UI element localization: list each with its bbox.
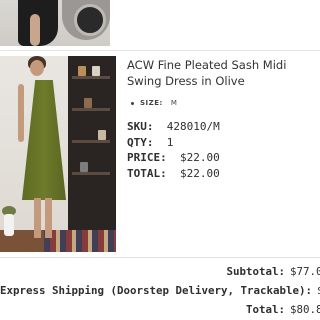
grand-total-value: $80.8 xyxy=(290,303,320,316)
photo-shape xyxy=(22,80,66,200)
photo-shape xyxy=(72,108,110,111)
photo-shape xyxy=(80,162,88,172)
photo-shape xyxy=(34,198,52,238)
grand-total-label: Total: xyxy=(245,303,285,316)
summary-divider xyxy=(0,257,320,258)
size-label: SIZE: xyxy=(140,99,163,107)
qty-value: 1 xyxy=(166,135,174,149)
item-divider xyxy=(0,50,320,51)
item-total-label: TOTAL: xyxy=(127,166,167,180)
photo-shape xyxy=(72,76,110,79)
price-row: PRICE: $22.00 xyxy=(127,150,220,166)
photo-shape xyxy=(30,60,44,76)
price-value: $22.00 xyxy=(180,151,220,164)
photo-shape xyxy=(30,14,40,46)
shipping-label: Express Shipping (Doorstep Delivery, Tra… xyxy=(0,284,313,297)
previous-item-photo[interactable] xyxy=(0,0,110,46)
subtotal-label: Subtotal: xyxy=(226,265,285,278)
order-summary-page: ACW Fine Pleated Sash Midi Swing Dress i… xyxy=(0,0,320,320)
sku-row: SKU: 428010/M xyxy=(127,119,220,135)
photo-shape xyxy=(74,4,106,36)
product-photo[interactable] xyxy=(0,56,116,252)
order-totals: Subtotal: $77.0 Express Shipping (Doorst… xyxy=(0,262,320,319)
photo-shape xyxy=(44,230,116,252)
product-title[interactable]: ACW Fine Pleated Sash Midi Swing Dress i… xyxy=(127,57,317,89)
photo-shape xyxy=(98,130,106,140)
qty-row: QTY: 1 xyxy=(127,135,220,151)
photo-shape xyxy=(4,214,14,236)
size-value: M xyxy=(170,99,178,107)
photo-shape xyxy=(68,56,116,252)
item-total-row: TOTAL: $22.00 xyxy=(127,166,220,182)
photo-shape xyxy=(72,172,110,175)
photo-shape xyxy=(84,98,92,108)
bullet-icon xyxy=(131,101,134,105)
size-attribute: SIZE: M xyxy=(131,99,177,107)
item-specs: SKU: 428010/M QTY: 1 PRICE: $22.00 TOTAL… xyxy=(127,119,220,181)
photo-shape xyxy=(92,66,100,76)
price-label: PRICE: xyxy=(127,151,167,164)
shipping-row: Express Shipping (Doorstep Delivery, Tra… xyxy=(0,281,320,300)
photo-shape xyxy=(18,84,24,142)
subtotal-value: $77.0 xyxy=(290,265,320,278)
photo-shape xyxy=(78,66,86,76)
qty-label: QTY: xyxy=(127,135,154,149)
subtotal-row: Subtotal: $77.0 xyxy=(0,262,320,281)
item-total-value: $22.00 xyxy=(180,166,220,180)
grand-total-row: Total: $80.8 xyxy=(0,300,320,319)
sku-label: SKU: xyxy=(127,120,154,133)
sku-value: 428010/M xyxy=(166,120,220,133)
photo-shape xyxy=(72,140,110,143)
